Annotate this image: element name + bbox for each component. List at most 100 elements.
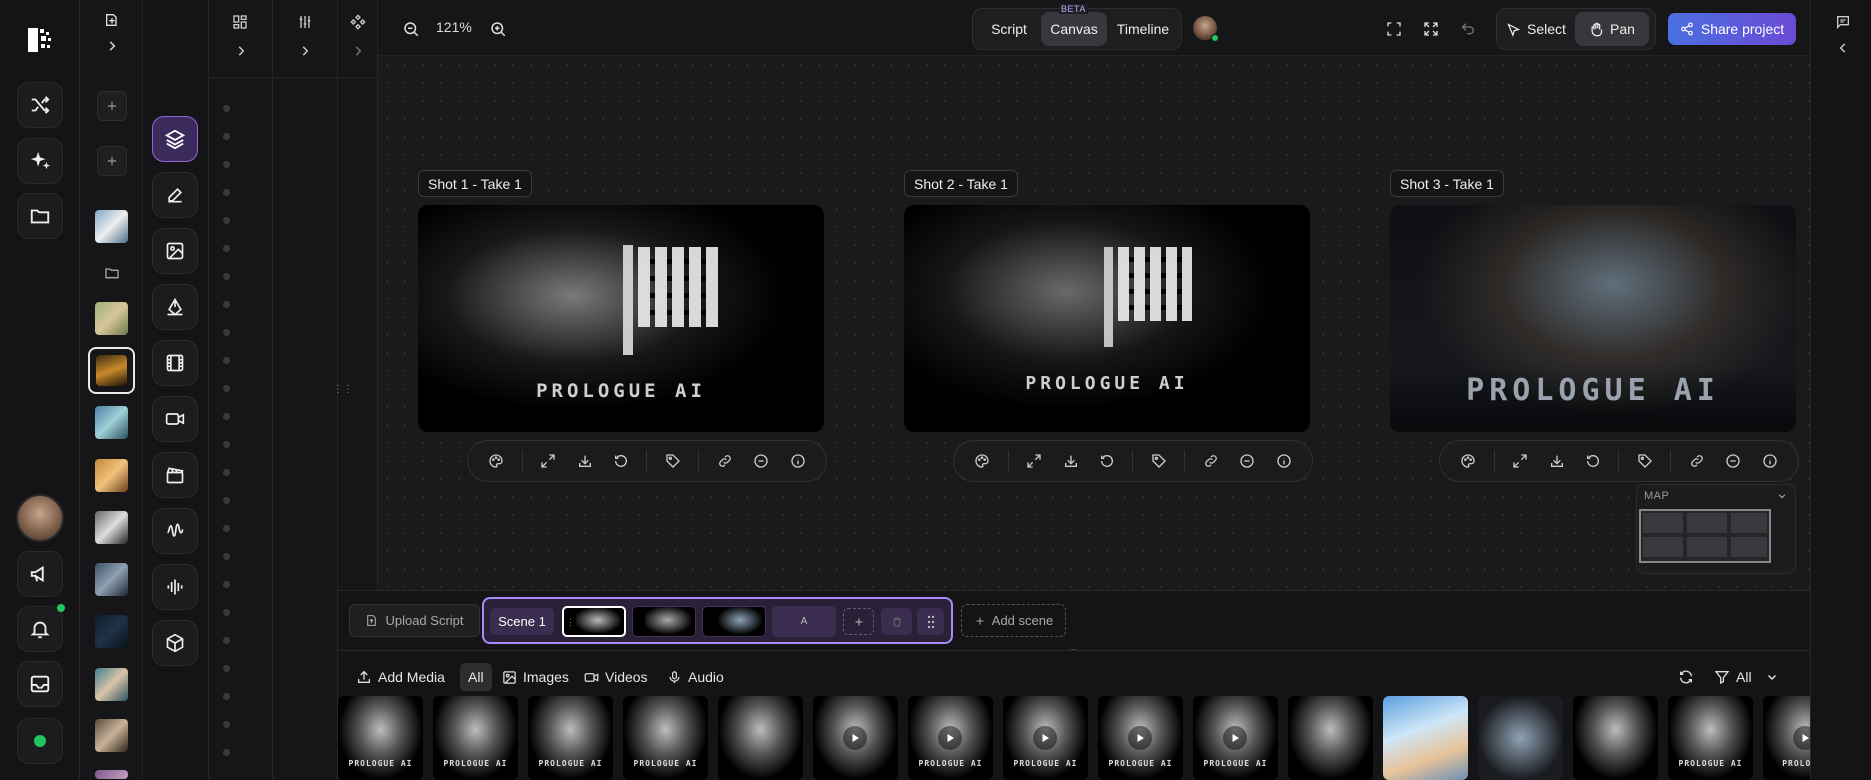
download-icon[interactable] bbox=[574, 450, 596, 472]
download-icon[interactable] bbox=[1060, 450, 1082, 472]
link-icon[interactable] bbox=[714, 450, 736, 472]
add-asset-button[interactable] bbox=[97, 91, 127, 121]
pan-mode-button[interactable]: Pan bbox=[1575, 12, 1649, 46]
palette-icon[interactable] bbox=[485, 450, 507, 472]
scene-shot-thumb[interactable] bbox=[702, 606, 766, 637]
component-icon[interactable] bbox=[348, 12, 368, 32]
shuffle-button[interactable] bbox=[17, 82, 63, 128]
share-project-button[interactable]: Share project bbox=[1668, 13, 1796, 45]
chevron-right-icon[interactable] bbox=[231, 41, 251, 61]
undo-icon[interactable] bbox=[1582, 450, 1604, 472]
media-thumb[interactable]: PROLOGUE AI bbox=[1003, 696, 1088, 780]
asset-thumb[interactable] bbox=[95, 615, 128, 648]
media-thumb[interactable] bbox=[1573, 696, 1658, 780]
shot-label[interactable]: Shot 2 - Take 1 bbox=[904, 170, 1018, 197]
info-icon[interactable] bbox=[787, 450, 809, 472]
media-thumb[interactable] bbox=[1383, 696, 1468, 780]
shot-label[interactable]: Shot 3 - Take 1 bbox=[1390, 170, 1504, 197]
folder-button[interactable] bbox=[17, 193, 63, 239]
video-tool-button[interactable] bbox=[152, 396, 198, 442]
zoom-in-button[interactable] bbox=[487, 18, 509, 40]
drag-handle-icon[interactable] bbox=[917, 608, 944, 635]
palette-icon[interactable] bbox=[1457, 450, 1479, 472]
asset-thumb[interactable] bbox=[95, 719, 128, 752]
import-icon[interactable] bbox=[102, 10, 122, 30]
chevron-right-icon[interactable] bbox=[102, 36, 122, 56]
shot-image[interactable]: PROLOGUE AI bbox=[418, 205, 824, 432]
media-thumb[interactable]: PROLOGUE AI bbox=[908, 696, 993, 780]
zoom-out-button[interactable] bbox=[400, 18, 422, 40]
media-thumb[interactable] bbox=[1478, 696, 1563, 780]
media-thumb[interactable] bbox=[1288, 696, 1373, 780]
chevron-left-icon[interactable] bbox=[1833, 38, 1853, 58]
image-tool-button[interactable] bbox=[152, 228, 198, 274]
folder-icon[interactable] bbox=[102, 263, 122, 283]
media-thumb[interactable] bbox=[813, 696, 898, 780]
layers-button[interactable] bbox=[152, 116, 198, 162]
asset-thumb[interactable] bbox=[95, 406, 128, 439]
film-tool-button[interactable] bbox=[152, 340, 198, 386]
delete-scene-button[interactable] bbox=[881, 608, 912, 635]
scene-label[interactable]: Scene 1 bbox=[490, 608, 554, 635]
undo-icon[interactable] bbox=[610, 450, 632, 472]
download-icon[interactable] bbox=[1546, 450, 1568, 472]
media-thumb[interactable] bbox=[718, 696, 803, 780]
announcements-button[interactable] bbox=[17, 551, 63, 597]
media-thumb[interactable]: PROLOGUE AI bbox=[623, 696, 708, 780]
edit-button[interactable] bbox=[152, 172, 198, 218]
media-thumb[interactable]: PROLOGUE AI bbox=[528, 696, 613, 780]
palette-icon[interactable] bbox=[971, 450, 993, 472]
minus-circle-icon[interactable] bbox=[1722, 450, 1744, 472]
comments-icon[interactable] bbox=[1833, 12, 1853, 32]
media-thumb[interactable]: PROLOGUE AI bbox=[433, 696, 518, 780]
tag-icon[interactable] bbox=[1634, 450, 1656, 472]
shot-image[interactable]: PROLOGUE AI bbox=[904, 205, 1310, 432]
chevron-right-icon[interactable] bbox=[295, 41, 315, 61]
asset-thumb[interactable] bbox=[95, 511, 128, 544]
select-mode-button[interactable]: Select bbox=[1501, 12, 1571, 46]
chevron-right-icon[interactable] bbox=[348, 41, 368, 61]
asset-thumb[interactable] bbox=[95, 459, 128, 492]
notifications-button[interactable] bbox=[17, 606, 63, 652]
inbox-button[interactable] bbox=[17, 661, 63, 707]
chevron-down-icon[interactable] bbox=[1775, 489, 1789, 503]
tab-timeline[interactable]: Timeline bbox=[1109, 12, 1177, 46]
add-shot-button[interactable] bbox=[843, 608, 874, 635]
expand-icon[interactable] bbox=[537, 450, 559, 472]
info-icon[interactable] bbox=[1273, 450, 1295, 472]
tab-script[interactable]: Script bbox=[979, 12, 1039, 46]
media-thumb[interactable]: PROLOGUE AI bbox=[1193, 696, 1278, 780]
link-icon[interactable] bbox=[1200, 450, 1222, 472]
media-thumb[interactable]: PROLOGUE AI bbox=[1668, 696, 1753, 780]
tag-icon[interactable] bbox=[1148, 450, 1170, 472]
undo-icon[interactable] bbox=[1096, 450, 1118, 472]
app-logo-icon[interactable] bbox=[22, 22, 58, 58]
asset-thumb[interactable] bbox=[95, 210, 128, 243]
audio-tool-button[interactable] bbox=[152, 564, 198, 610]
expand-icon[interactable] bbox=[1023, 450, 1045, 472]
fit-screen-button[interactable] bbox=[1383, 18, 1405, 40]
add-scene-button[interactable]: Add scene bbox=[961, 604, 1066, 637]
media-thumb[interactable]: PROLOGUE AI bbox=[1098, 696, 1183, 780]
tab-canvas[interactable]: Canvas bbox=[1041, 12, 1107, 46]
minus-circle-icon[interactable] bbox=[750, 450, 772, 472]
selected-asset-frame[interactable] bbox=[88, 347, 135, 394]
media-thumb[interactable]: PROLOGUE bbox=[1763, 696, 1810, 780]
fullscreen-button[interactable] bbox=[1420, 18, 1442, 40]
user-avatar[interactable] bbox=[16, 494, 64, 542]
status-button[interactable] bbox=[17, 718, 63, 764]
upload-script-button[interactable]: Upload Script bbox=[349, 604, 480, 637]
clapper-tool-button[interactable] bbox=[152, 452, 198, 498]
scene-placeholder[interactable]: A bbox=[772, 606, 836, 637]
shot-image[interactable]: PROLOGUE AI bbox=[1390, 205, 1796, 432]
resize-handle-icon[interactable]: ⋮⋮ bbox=[333, 384, 353, 398]
info-icon[interactable] bbox=[1759, 450, 1781, 472]
scene-shot-thumb[interactable] bbox=[632, 606, 696, 637]
link-icon[interactable] bbox=[1686, 450, 1708, 472]
expand-icon[interactable] bbox=[1509, 450, 1531, 472]
undo-button[interactable] bbox=[1457, 18, 1479, 40]
pen-tool-button[interactable] bbox=[152, 284, 198, 330]
layout-icon[interactable] bbox=[230, 12, 250, 32]
shot-label[interactable]: Shot 1 - Take 1 bbox=[418, 170, 532, 197]
tag-icon[interactable] bbox=[662, 450, 684, 472]
